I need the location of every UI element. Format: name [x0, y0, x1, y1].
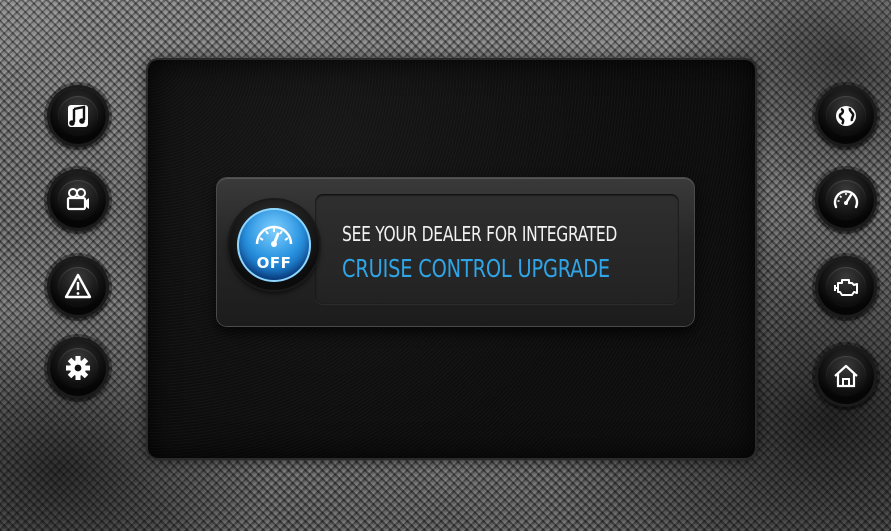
warning-button[interactable]: [50, 259, 106, 315]
music-button[interactable]: [50, 88, 106, 144]
cruise-control-badge: OFF: [237, 208, 311, 282]
warning-triangle-icon: [64, 273, 92, 299]
gear-icon: [66, 356, 90, 380]
dialog-message-line2: CRUISE CONTROL UPGRADE: [342, 254, 610, 283]
performance-button[interactable]: [818, 172, 874, 228]
engine-button[interactable]: [818, 259, 874, 315]
globe-icon: [836, 106, 856, 126]
settings-button[interactable]: [50, 340, 106, 396]
home-icon: [834, 364, 858, 388]
home-button[interactable]: [818, 348, 874, 404]
cruise-status-label: OFF: [256, 254, 292, 272]
speedometer-icon: [833, 190, 859, 209]
dialog-message-line1: SEE YOUR DEALER FOR INTEGRATED: [342, 222, 618, 246]
message-panel: [315, 194, 679, 304]
engine-icon: [834, 279, 858, 296]
navigation-button[interactable]: [818, 88, 874, 144]
music-note-icon: [68, 105, 88, 127]
video-button[interactable]: [50, 172, 106, 228]
video-camera-icon: [66, 188, 89, 211]
